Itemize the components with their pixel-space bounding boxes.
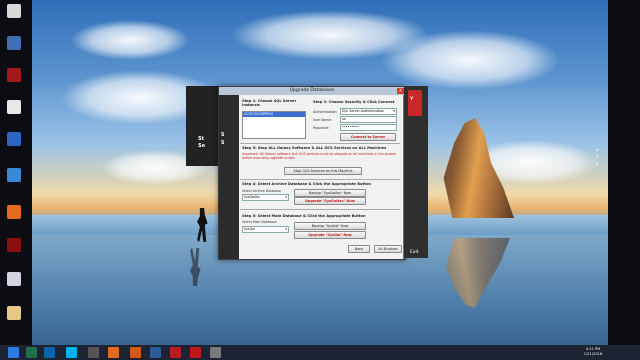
app-icon-red-2[interactable] — [190, 347, 201, 358]
sql-instance-item[interactable]: GCSTUU\GXPRESS — [243, 112, 305, 117]
archive-database-select[interactable]: SysGalArc — [242, 194, 289, 201]
dialog-left-strip: S S — [219, 95, 239, 259]
backup-main-button[interactable]: Backup "SysGal" Now — [294, 222, 366, 230]
side-text: 1 — [596, 155, 599, 160]
connect-to-server-button[interactable]: Connect to Server — [340, 133, 396, 141]
desktop-shortcut[interactable] — [4, 4, 24, 26]
excel-icon[interactable] — [26, 347, 37, 358]
upgrade-main-button[interactable]: Upgrade "SysGal" Now — [294, 231, 366, 239]
step4-heading: Step 4: Select Archive Database & Click … — [242, 182, 371, 186]
backup-archive-button[interactable]: Backup "SysGalArc" Now — [294, 189, 366, 197]
desktop-shortcut[interactable] — [4, 132, 24, 154]
step5-heading: Step 5: Select Main Database & Click the… — [242, 214, 366, 218]
password-field[interactable]: ••••••••• — [340, 124, 397, 131]
outlook-icon[interactable] — [44, 347, 55, 358]
desktop-shortcut[interactable] — [4, 168, 24, 190]
step3-warning: Important: All Galaxy software and GCS s… — [242, 152, 397, 160]
divider — [240, 179, 400, 180]
strip-text: S — [221, 141, 225, 146]
step1-heading: Step 1: Choose SQL Server Instance: — [242, 99, 297, 107]
step2-heading: Step 2: Choose Security & Click Connect — [313, 100, 395, 104]
skype-icon[interactable] — [66, 347, 77, 358]
desktop-shortcut[interactable] — [4, 36, 24, 58]
firefox-icon — [7, 205, 21, 219]
app-icon-red — [7, 68, 21, 82]
desktop-shortcut[interactable] — [4, 272, 24, 294]
sql-instance-listbox[interactable]: GCSTUU\GXPRESS — [242, 111, 306, 139]
step3-heading: Step 3: Stop ALL Galaxy Software & ALL G… — [242, 146, 387, 150]
app-icon-blue[interactable] — [150, 347, 161, 358]
recycle-bin-icon — [7, 272, 21, 286]
app-icon-blue — [7, 36, 21, 50]
brand-logo-icon: Y — [408, 90, 422, 116]
user-name-field[interactable]: sa — [340, 116, 397, 123]
close-button[interactable]: X — [397, 88, 404, 94]
authentication-label: Authentication: — [313, 110, 338, 114]
pdf-icon — [7, 4, 21, 18]
document-icon — [7, 132, 21, 146]
side-text: e — [596, 162, 599, 167]
stop-gcs-services-button[interactable]: Stop GCS Services on this Machine — [284, 167, 362, 175]
strip-text: S — [221, 133, 225, 138]
main-database-label: Select Main Database — [242, 220, 277, 224]
right-pillarbox — [608, 0, 640, 345]
background-window — [186, 86, 218, 166]
user-name-label: User Name: — [313, 118, 332, 122]
logo-letter: Y — [410, 97, 414, 102]
side-text: e — [596, 148, 599, 153]
dialog-title: Upgrade Databases — [219, 87, 405, 95]
divider — [240, 209, 400, 210]
password-label: Password: — [313, 126, 329, 130]
app-icon-gray[interactable] — [210, 347, 221, 358]
windows-start-icon[interactable] — [8, 347, 19, 358]
background-text: St — [198, 136, 204, 142]
system-clock[interactable]: 4:11 PM 1/21/2016 — [578, 347, 608, 357]
desktop-shortcut[interactable] — [4, 100, 24, 122]
cloud — [70, 20, 190, 60]
authentication-select[interactable]: SQL Server Authentication — [340, 108, 397, 115]
network-icon — [7, 168, 21, 182]
app-icon-red[interactable] — [170, 347, 181, 358]
archive-database-label: Select Archive Database — [242, 189, 281, 193]
desktop-shortcut[interactable] — [4, 205, 24, 227]
desktop-shortcut[interactable] — [4, 238, 24, 260]
back-button[interactable]: Back — [348, 245, 370, 253]
cloud — [380, 30, 560, 90]
app-icon-orange[interactable] — [130, 347, 141, 358]
app-icon-dark-red — [7, 238, 21, 252]
all-finished-button[interactable]: All Finished — [374, 245, 402, 253]
background-text: So — [198, 143, 206, 149]
desktop-shortcut[interactable] — [4, 306, 24, 328]
file-icon — [7, 100, 21, 114]
clock-date: 1/21/2016 — [583, 352, 603, 356]
upgrade-archive-button[interactable]: Upgrade "SysGalArc" Now — [294, 197, 366, 205]
app-icon[interactable] — [88, 347, 99, 358]
divider — [240, 143, 400, 144]
desktop-shortcut[interactable] — [4, 68, 24, 90]
firefox-icon[interactable] — [108, 347, 119, 358]
folder-icon — [7, 306, 21, 320]
exit-button[interactable]: Exit — [410, 250, 419, 255]
main-database-select[interactable]: SysGal — [242, 226, 289, 233]
